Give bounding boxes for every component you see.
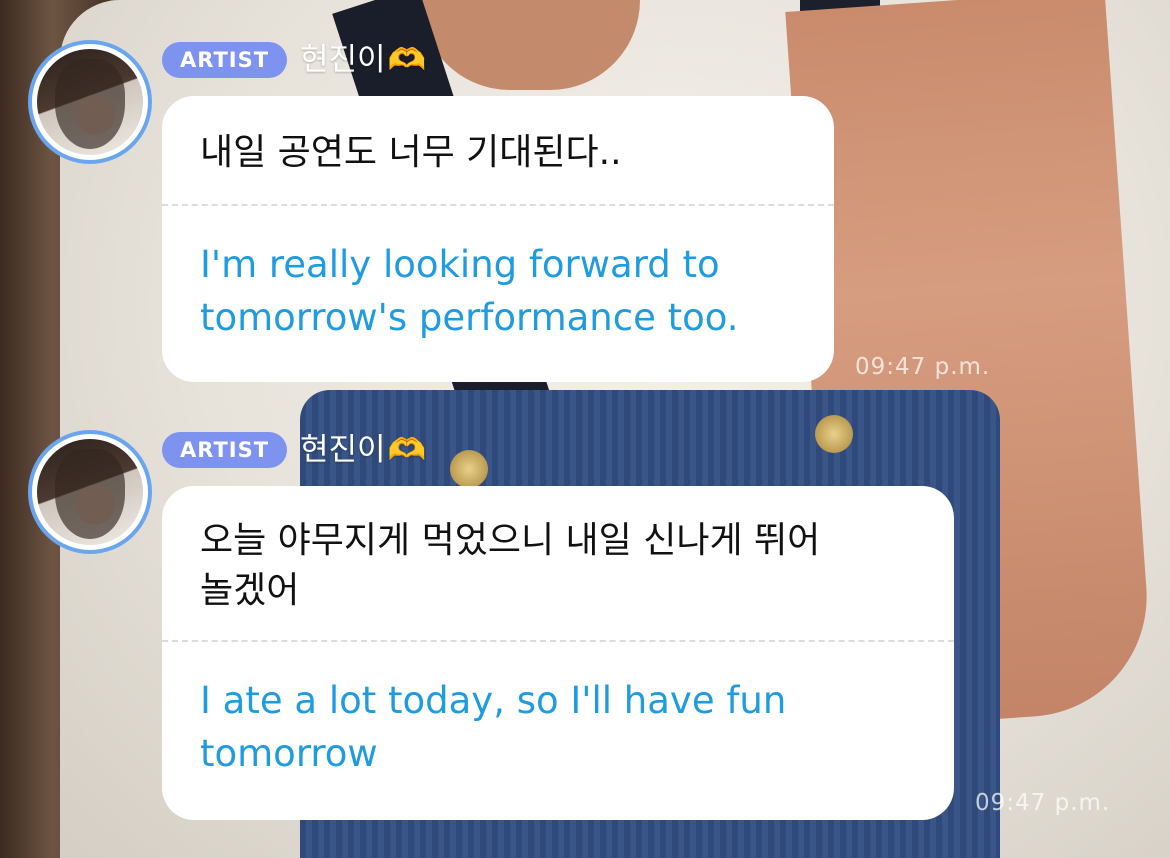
message-original-text: 내일 공연도 너무 기대된다.. xyxy=(200,132,622,173)
message-bubble[interactable]: 내일 공연도 너무 기대된다.. I'm really looking forw… xyxy=(162,96,834,382)
sender-name[interactable]: 현진이🫶 xyxy=(300,430,426,470)
message-original-text: 오늘 야무지게 먹었으니 내일 신나게 뛰어 놀겠어 xyxy=(200,520,821,611)
heart-hands-icon: 🫶 xyxy=(387,42,427,78)
background-button xyxy=(450,450,488,488)
sender-name-text: 현진이 xyxy=(300,432,386,468)
sender-name-text: 현진이 xyxy=(300,42,386,78)
message-bubble[interactable]: 오늘 야무지게 먹었으니 내일 신나게 뛰어 놀겠어 I ate a lot t… xyxy=(162,486,954,820)
artist-badge: ARTIST xyxy=(162,42,288,78)
artist-badge: ARTIST xyxy=(162,432,288,468)
avatar[interactable] xyxy=(28,40,152,164)
message-divider xyxy=(162,204,834,206)
message-translation-text: I'm really looking forward to tomorrow's… xyxy=(200,243,739,339)
avatar[interactable] xyxy=(28,430,152,554)
message-translation-text: I ate a lot today, so I'll have fun tomo… xyxy=(200,679,787,775)
message-divider xyxy=(162,640,954,642)
message-timestamp: 09:47 p.m. xyxy=(975,790,1111,816)
message-timestamp: 09:47 p.m. xyxy=(855,354,991,380)
background-button xyxy=(815,415,853,453)
avatar-image xyxy=(37,439,143,545)
sender-name[interactable]: 현진이🫶 xyxy=(300,40,426,80)
avatar-image xyxy=(37,49,143,155)
heart-hands-icon: 🫶 xyxy=(387,432,427,468)
